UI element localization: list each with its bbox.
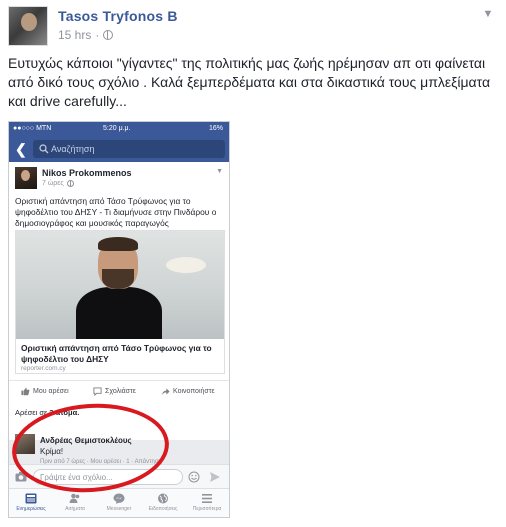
bottom-tab-bar: Ενημερώσεις Αιτήματα Messenger Ειδοποιήσ… (9, 488, 229, 517)
poster-avatar[interactable] (15, 167, 37, 189)
share-button[interactable]: Κοινοποιήστε (161, 387, 215, 396)
poster-meta: 7 ώρες (42, 180, 74, 187)
tab-friend-requests[interactable]: Αιτήματα (53, 491, 97, 517)
news-feed-icon (25, 493, 37, 504)
poster-timestamp[interactable]: 7 ώρες (42, 180, 64, 187)
phone-screenshot: ●●○○○ MTN 5:20 μ.μ. 16% ❮ Αναζήτηση Niko… (8, 121, 230, 518)
comment-item: Ανδρέας Θεμιστοκλέους Κρίμα! Πριν από 7 … (9, 420, 229, 470)
smiley-icon[interactable] (188, 471, 200, 483)
status-bar: ●●○○○ MTN 5:20 μ.μ. 16% (9, 122, 229, 136)
commenter-name[interactable]: Ανδρέας Θεμιστοκλέους (40, 436, 132, 445)
tab-more-label: Περισσότερα (192, 506, 222, 512)
comment-icon (93, 387, 102, 396)
tab-notifications[interactable]: Ειδοποιήσεις (141, 491, 185, 517)
messenger-icon (113, 493, 125, 504)
commenter-avatar[interactable] (15, 434, 35, 454)
author-name[interactable]: Tasos Tryfonos B (58, 8, 178, 24)
top-navbar: ❮ Αναζήτηση (9, 136, 229, 162)
tab-news-feed[interactable]: Ενημερώσεις (9, 491, 53, 517)
link-title[interactable]: Οριστική απάντηση από Τάσο Τρύφωνος για … (21, 343, 221, 364)
carrier-signal: ●●○○○ MTN (13, 125, 52, 132)
comment-label: Σχολιάστε (105, 388, 136, 395)
tab-more[interactable]: Περισσότερα (185, 491, 229, 517)
preview-image (16, 231, 224, 339)
globe-icon (103, 30, 114, 40)
thumbs-up-icon (21, 387, 30, 396)
author-avatar[interactable] (8, 6, 48, 46)
post-text: Ευτυχώς κάποιοι "γίγαντες" της πολιτικής… (8, 55, 491, 109)
post-meta: 15 hrs · (58, 28, 114, 42)
search-icon (39, 144, 49, 154)
share-label: Κοινοποιήστε (173, 388, 215, 395)
link-preview[interactable]: Οριστική απάντηση από Τάσο Τρύφωνος για … (15, 230, 225, 374)
post-timestamp[interactable]: 15 hrs (58, 28, 91, 42)
meta-separator: · (95, 28, 100, 42)
share-icon (161, 388, 170, 396)
globe-icon (66, 180, 74, 187)
tab-messenger[interactable]: Messenger (97, 491, 141, 517)
tab-news-feed-label: Ενημερώσεις (16, 506, 46, 512)
tab-friend-requests-label: Αιτήματα (65, 506, 85, 512)
camera-icon[interactable] (15, 471, 27, 482)
shared-post-card: Nikos Prokommenos 7 ώρες ▼ Οριστική απάν… (9, 162, 229, 440)
comment-input[interactable]: Γράψτε ένα σχόλιο... (33, 469, 183, 485)
likes-count: 3 άτομα. (49, 408, 80, 417)
like-label: Μου αρέσει (33, 388, 69, 395)
tab-messenger-label: Messenger (106, 506, 132, 512)
link-domain: reporter.com.cy (21, 365, 66, 372)
chevron-down-icon[interactable]: ▼ (216, 168, 223, 175)
comment-composer: Γράψτε ένα σχόλιο... (9, 464, 229, 488)
search-input[interactable]: Αναζήτηση (33, 140, 225, 158)
menu-icon (202, 494, 212, 503)
back-arrow-icon[interactable]: ❮ (15, 141, 29, 157)
action-bar: Μου αρέσει Σχολιάστε Κοινοποιήστε (9, 380, 229, 402)
comment-button[interactable]: Σχολιάστε (93, 387, 136, 396)
battery-level: 16% (208, 125, 223, 132)
status-time: 5:20 μ.μ. (103, 125, 131, 132)
tab-notifications-label: Ειδοποιήσεις (148, 506, 178, 512)
chevron-down-icon[interactable]: ▼ (480, 6, 496, 22)
comment-text: Κρίμα! (40, 447, 64, 456)
poster-name[interactable]: Nikos Prokommenos (42, 168, 132, 178)
likes-prefix: Αρέσει σε (15, 408, 48, 417)
search-placeholder: Αναζήτηση (51, 144, 95, 154)
send-icon[interactable] (209, 471, 221, 483)
post-header: Tasos Tryfonos B 15 hrs · ▼ (6, 4, 500, 46)
globe-icon (158, 493, 168, 504)
friend-requests-icon (69, 493, 80, 503)
like-button[interactable]: Μου αρέσει (21, 387, 69, 396)
likes-summary[interactable]: Αρέσει σε 3 άτομα. (15, 408, 79, 417)
shared-post-text: Οριστική απάντηση από Τάσο Τρύφωνος για … (15, 196, 217, 228)
